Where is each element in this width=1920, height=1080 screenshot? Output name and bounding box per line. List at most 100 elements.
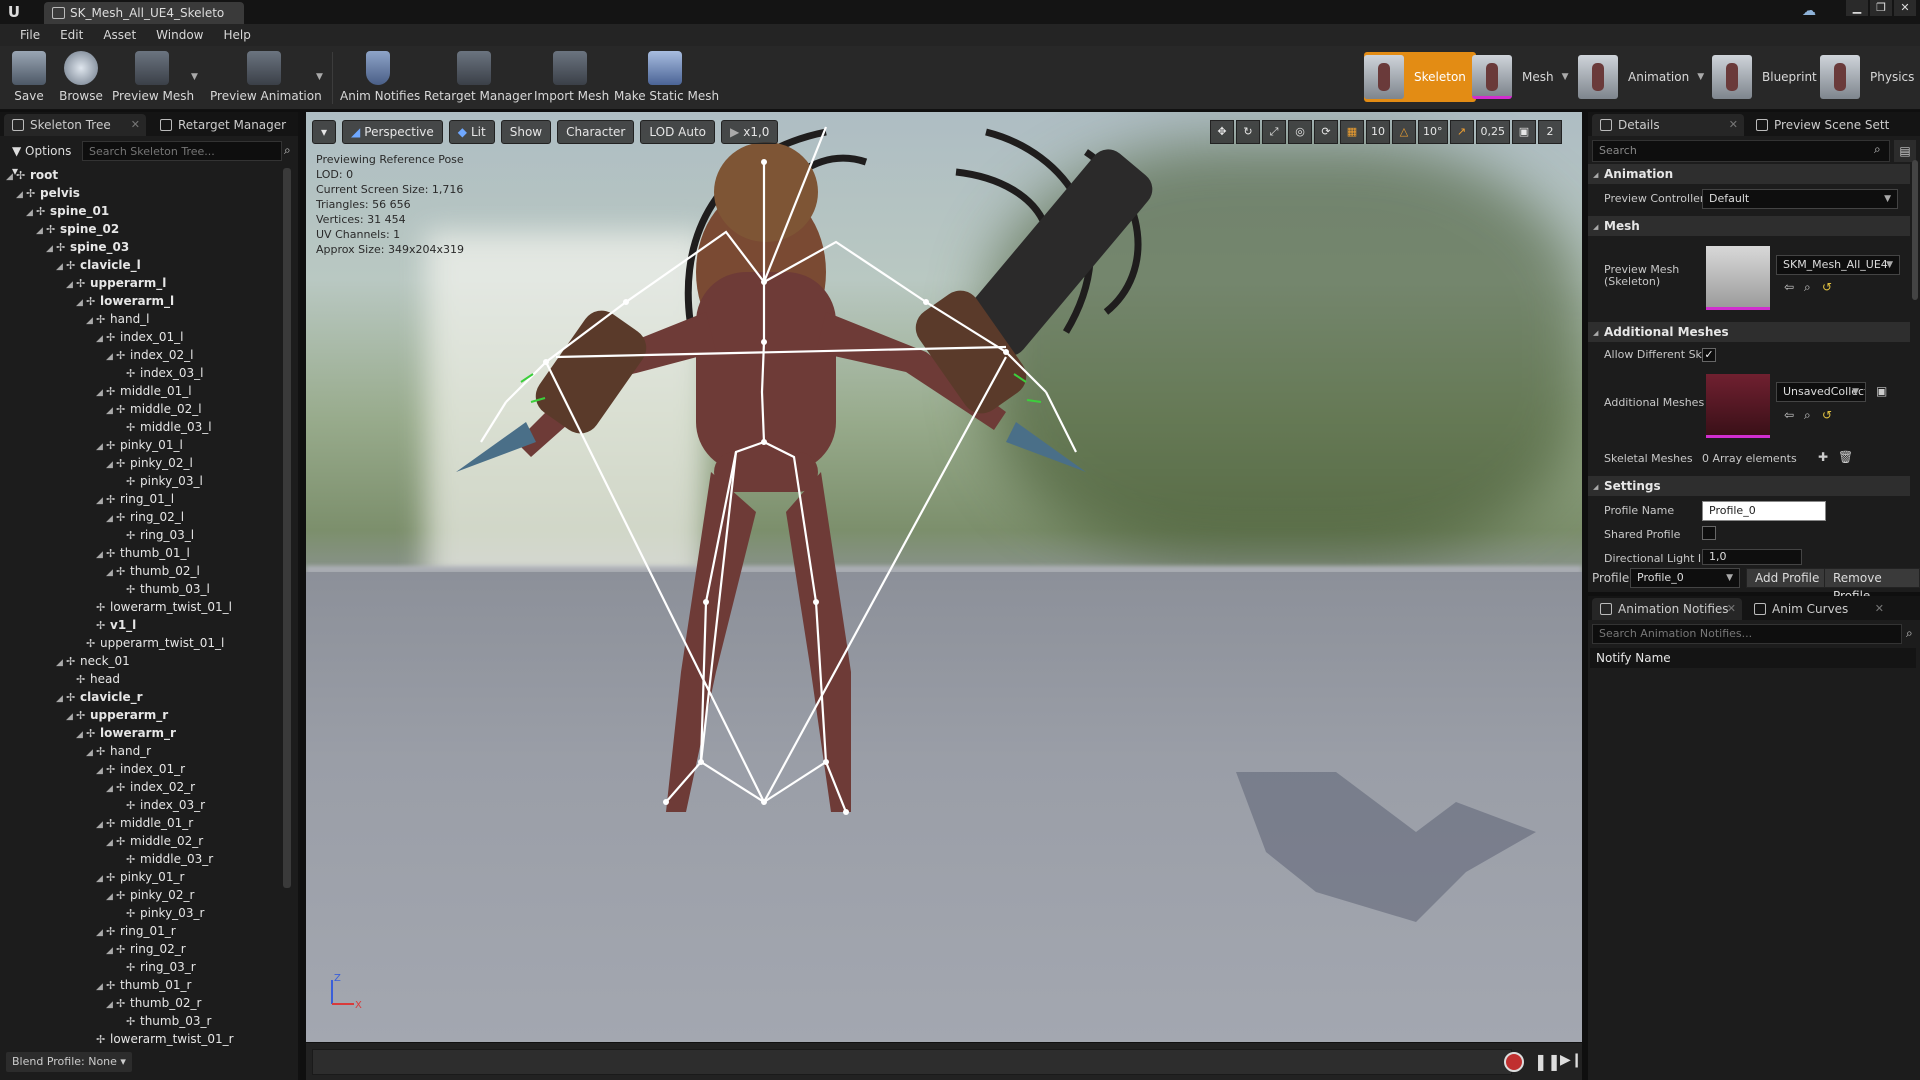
- bone-row[interactable]: ◢ ✢ root: [6, 166, 58, 184]
- bone-row[interactable]: ◢ ✢ pinky_01_l: [96, 436, 183, 454]
- bone-row[interactable]: ◢ ✢ lowerarm_l: [76, 292, 174, 310]
- preview-mesh-button[interactable]: Preview Mesh: [112, 48, 194, 108]
- tab-skeleton-tree[interactable]: Skeleton Tree ✕: [4, 114, 146, 136]
- step-forward-button[interactable]: ▶❙: [1560, 1052, 1583, 1068]
- bone-row[interactable]: ✢ middle_03_l: [116, 418, 212, 436]
- camera-speed-icon[interactable]: ▣: [1512, 120, 1536, 144]
- expand-arrow-icon[interactable]: ◢: [86, 312, 96, 330]
- bone-row[interactable]: ◢ ✢ ring_01_r: [96, 922, 176, 940]
- close-icon[interactable]: ✕: [131, 114, 140, 136]
- bone-row[interactable]: ◢ ✢ middle_02_l: [106, 400, 202, 418]
- view-options-icon[interactable]: ▤: [1894, 140, 1916, 162]
- close-icon[interactable]: ✕: [1875, 598, 1884, 620]
- bone-row[interactable]: ◢ ✢ spine_03: [46, 238, 129, 256]
- expand-arrow-icon[interactable]: ◢: [106, 888, 116, 906]
- expand-arrow-icon[interactable]: ◢: [96, 438, 106, 456]
- category-additional-meshes[interactable]: Additional Meshes: [1588, 322, 1910, 343]
- grid-snap-icon[interactable]: ▦: [1340, 120, 1364, 144]
- expand-arrow-icon[interactable]: ◢: [66, 276, 76, 294]
- preview-mesh-thumbnail[interactable]: [1706, 246, 1770, 310]
- bone-row[interactable]: ◢ ✢ neck_01: [56, 652, 130, 670]
- expand-arrow-icon[interactable]: ◢: [96, 978, 106, 996]
- bone-row[interactable]: ◢ ✢ clavicle_r: [56, 688, 143, 706]
- preview-mesh-dropdown[interactable]: SKM_Mesh_All_UE4 ▼: [1776, 255, 1900, 275]
- tab-preview-scene-settings[interactable]: Preview Scene Sett: [1748, 114, 1908, 136]
- lit-button[interactable]: ◆ Lit: [448, 120, 495, 144]
- close-icon[interactable]: ✕: [1729, 114, 1738, 136]
- expand-arrow-icon[interactable]: ◢: [106, 834, 116, 852]
- blend-profile-dropdown[interactable]: Blend Profile: None ▾: [6, 1052, 132, 1072]
- additional-meshes-thumbnail[interactable]: [1706, 374, 1770, 438]
- add-element-icon[interactable]: ✚: [1818, 450, 1828, 464]
- bone-row[interactable]: ◢ ✢ middle_02_r: [106, 832, 203, 850]
- skeleton-tree-search-input[interactable]: [82, 141, 282, 161]
- close-button[interactable]: ✕: [1894, 0, 1916, 16]
- grid-snap-value[interactable]: 10: [1366, 120, 1390, 144]
- close-icon[interactable]: ✕: [1727, 598, 1736, 620]
- expand-arrow-icon[interactable]: ◢: [56, 258, 66, 276]
- browse-asset-icon[interactable]: ⌕: [1804, 280, 1811, 295]
- bone-row[interactable]: ◢ ✢ ring_02_r: [106, 940, 186, 958]
- document-tab[interactable]: SK_Mesh_All_UE4_Skeleto: [44, 2, 244, 24]
- unreal-logo-icon[interactable]: U: [4, 2, 24, 22]
- allow-different-skeletons-checkbox[interactable]: ✓: [1702, 348, 1716, 362]
- anim-notifies-button[interactable]: Anim Notifies: [340, 48, 420, 108]
- menu-help[interactable]: Help: [213, 24, 260, 46]
- expand-arrow-icon[interactable]: ◢: [96, 384, 106, 402]
- source-control-icon[interactable]: ☁: [1802, 3, 1820, 19]
- expand-arrow-icon[interactable]: ◢: [26, 204, 36, 222]
- category-mesh[interactable]: Mesh: [1588, 216, 1910, 237]
- add-profile-button[interactable]: Add Profile: [1746, 568, 1829, 588]
- search-icon[interactable]: ⌕: [284, 143, 291, 158]
- bone-row[interactable]: ✢ head: [66, 670, 120, 688]
- perspective-button[interactable]: ◢ Perspective: [342, 120, 443, 144]
- menu-asset[interactable]: Asset: [93, 24, 146, 46]
- expand-arrow-icon[interactable]: ◢: [96, 762, 106, 780]
- bone-row[interactable]: ◢ ✢ index_01_l: [96, 328, 183, 346]
- record-button[interactable]: [1504, 1052, 1524, 1072]
- minimize-button[interactable]: ▁: [1846, 0, 1868, 16]
- trash-icon[interactable]: 🗑: [1838, 450, 1853, 464]
- reset-icon[interactable]: ↺: [1822, 408, 1832, 422]
- bone-row[interactable]: ✢ middle_03_r: [116, 850, 213, 868]
- bone-row[interactable]: ✢ thumb_03_l: [116, 580, 210, 598]
- mode-blueprint-button[interactable]: Blueprint: [1712, 52, 1817, 102]
- scale-snap-value[interactable]: 0,25: [1475, 120, 1510, 144]
- bone-row[interactable]: ✢ pinky_03_l: [116, 472, 203, 490]
- playback-speed-button[interactable]: ▶ x1,0: [721, 120, 779, 144]
- expand-arrow-icon[interactable]: ◢: [16, 186, 26, 204]
- options-dropdown[interactable]: ▼ Options ▾: [6, 141, 80, 178]
- preview-animation-button[interactable]: Preview Animation: [210, 48, 322, 108]
- expand-arrow-icon[interactable]: ◢: [66, 708, 76, 726]
- bone-row[interactable]: ◢ ✢ index_02_r: [106, 778, 195, 796]
- tab-retarget-manager[interactable]: Retarget Manager: [152, 114, 292, 136]
- preview-viewport[interactable]: ▾ ◢ Perspective ◆ Lit Show Character LOD A…: [306, 112, 1582, 1042]
- rotation-snap-icon[interactable]: △: [1392, 120, 1416, 144]
- bone-row[interactable]: ◢ ✢ thumb_01_l: [96, 544, 190, 562]
- expand-arrow-icon[interactable]: ◢: [106, 456, 116, 474]
- bone-row[interactable]: ✢ index_03_l: [116, 364, 203, 382]
- bone-row[interactable]: ✢ ring_03_r: [116, 958, 196, 976]
- browse-asset-icon[interactable]: ⌕: [1804, 408, 1811, 423]
- bone-row[interactable]: ✢ lowerarm_twist_01_l: [86, 598, 232, 616]
- expand-arrow-icon[interactable]: ◢: [96, 870, 106, 888]
- bone-row[interactable]: ✢ index_03_r: [116, 796, 205, 814]
- bone-row[interactable]: ◢ ✢ thumb_02_r: [106, 994, 201, 1012]
- notifies-search-input[interactable]: Search Animation Notifies...: [1592, 624, 1902, 644]
- save-icon[interactable]: ▣: [1876, 384, 1887, 398]
- camera-speed-value[interactable]: 2: [1538, 120, 1562, 144]
- expand-arrow-icon[interactable]: ◢: [96, 492, 106, 510]
- expand-arrow-icon[interactable]: ◢: [46, 240, 56, 258]
- use-selected-icon[interactable]: ⇦: [1784, 280, 1794, 294]
- lod-button[interactable]: LOD Auto: [640, 120, 715, 144]
- menu-window[interactable]: Window: [146, 24, 213, 46]
- bone-row[interactable]: ◢ ✢ upperarm_r: [66, 706, 168, 724]
- expand-arrow-icon[interactable]: ◢: [96, 330, 106, 348]
- show-button[interactable]: Show: [500, 120, 552, 144]
- pause-button[interactable]: ❚❚: [1534, 1052, 1561, 1071]
- bone-row[interactable]: ◢ ✢ ring_01_l: [96, 490, 174, 508]
- search-icon[interactable]: ⌕: [1906, 626, 1913, 641]
- bone-row[interactable]: ◢ ✢ upperarm_l: [66, 274, 166, 292]
- expand-arrow-icon[interactable]: ◢: [56, 690, 66, 708]
- bone-row[interactable]: ◢ ✢ lowerarm_r: [76, 724, 176, 742]
